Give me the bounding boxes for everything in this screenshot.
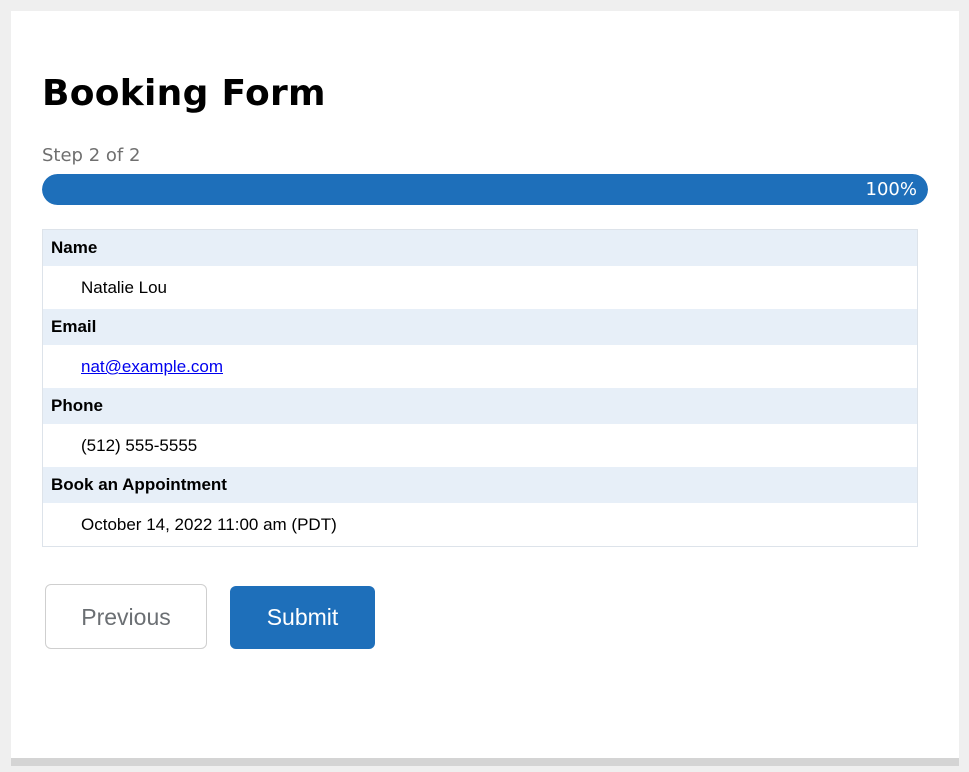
field-label-appointment: Book an Appointment bbox=[43, 467, 917, 503]
booking-form-card: Booking Form Step 2 of 2 100% Name Natal… bbox=[11, 11, 959, 758]
field-label-phone: Phone bbox=[43, 388, 917, 424]
field-label-name: Name bbox=[43, 230, 917, 266]
progress-bar: 100% bbox=[42, 174, 928, 205]
field-value-name: Natalie Lou bbox=[43, 266, 917, 309]
step-indicator: Step 2 of 2 bbox=[42, 145, 141, 166]
field-label-email: Email bbox=[43, 309, 917, 345]
submit-button[interactable]: Submit bbox=[230, 586, 375, 649]
progress-percent-label: 100% bbox=[865, 179, 917, 200]
previous-button[interactable]: Previous bbox=[45, 584, 207, 649]
field-value-phone: (512) 555-5555 bbox=[43, 424, 917, 467]
progress-bar-fill: 100% bbox=[42, 174, 928, 205]
field-value-email: nat@example.com bbox=[43, 345, 917, 388]
page-title: Booking Form bbox=[42, 73, 326, 114]
email-link[interactable]: nat@example.com bbox=[81, 357, 223, 376]
bottom-edge-bar bbox=[11, 758, 959, 766]
review-table: Name Natalie Lou Email nat@example.com P… bbox=[42, 229, 918, 547]
field-value-appointment: October 14, 2022 11:00 am (PDT) bbox=[43, 503, 917, 546]
